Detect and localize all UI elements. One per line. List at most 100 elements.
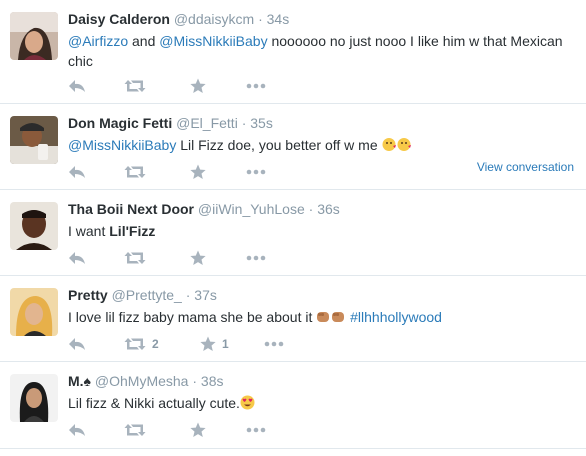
more-button[interactable] — [246, 169, 266, 175]
username[interactable]: @El_Fetti — [176, 115, 238, 131]
star-icon — [190, 78, 206, 93]
tweet-text: I love lil fizz baby mama she be about i… — [68, 307, 578, 329]
more-button[interactable] — [246, 427, 266, 433]
retweet-button[interactable] — [124, 423, 190, 437]
username[interactable]: @iiWin_YuhLose — [198, 201, 305, 217]
tweet-actions — [68, 420, 266, 440]
tweet-text: I want Lil'Fizz — [68, 221, 578, 241]
more-icon — [246, 427, 266, 433]
tweet-item[interactable]: M.♠ @OhMyMesha · 38s Lil fizz & Nikki ac… — [0, 362, 586, 449]
favorite-button[interactable]: 1 — [200, 336, 264, 352]
reply-icon — [69, 338, 85, 350]
timestamp[interactable]: 38s — [201, 373, 224, 389]
timestamp[interactable]: 36s — [317, 201, 340, 217]
username[interactable]: @Prettyte_ — [112, 287, 182, 303]
tweet-content: Don Magic Fetti @El_Fetti · 35s @MissNik… — [68, 114, 578, 157]
kissing-face-emoji — [382, 137, 412, 157]
tweet-header: M.♠ @OhMyMesha · 38s — [68, 372, 578, 390]
separator: · — [308, 201, 314, 217]
favorite-button[interactable] — [190, 422, 246, 438]
tweet-item[interactable]: Don Magic Fetti @El_Fetti · 35s @MissNik… — [0, 104, 586, 190]
separator: · — [185, 287, 191, 303]
more-button[interactable] — [246, 83, 266, 89]
timestamp[interactable]: 35s — [250, 115, 273, 131]
favorite-button[interactable] — [190, 164, 246, 180]
tweet-content: Tha Boii Next Door @iiWin_YuhLose · 36s … — [68, 200, 578, 241]
reply-button[interactable] — [68, 251, 124, 265]
avatar[interactable] — [10, 374, 58, 422]
tweet-actions — [68, 162, 266, 182]
favorite-button[interactable] — [190, 78, 246, 94]
tweet-actions — [68, 248, 266, 268]
retweet-icon — [124, 166, 146, 178]
more-icon — [264, 341, 284, 347]
retweet-button[interactable] — [124, 165, 190, 179]
avatar[interactable] — [10, 202, 58, 250]
more-icon — [246, 169, 266, 175]
timestamp[interactable]: 34s — [267, 11, 290, 27]
separator: · — [241, 115, 247, 131]
more-icon — [246, 83, 266, 89]
avatar[interactable] — [10, 116, 58, 164]
star-icon — [200, 336, 216, 351]
mention-link[interactable]: @MissNikkiiBaby — [159, 33, 267, 49]
fullname[interactable]: Pretty — [68, 287, 108, 303]
text-fragment: and — [128, 33, 160, 49]
retweet-icon — [124, 424, 146, 436]
star-icon — [190, 164, 206, 179]
tweet-item[interactable]: Tha Boii Next Door @iiWin_YuhLose · 36s … — [0, 190, 586, 276]
text-fragment: Lil fizz & Nikki actually cute. — [68, 395, 240, 411]
reply-button[interactable] — [68, 337, 124, 351]
retweet-icon — [124, 252, 146, 264]
retweet-button[interactable] — [124, 79, 190, 93]
tweet-header: Pretty @Prettyte_ · 37s — [68, 286, 578, 304]
tweet-text: @MissNikkiiBaby Lil Fizz doe, you better… — [68, 135, 578, 157]
retweet-icon — [124, 338, 146, 350]
text-fragment: I love lil fizz baby mama she be about i… — [68, 309, 317, 325]
username[interactable]: @ddaisykcm — [174, 11, 254, 27]
tweet-header: Tha Boii Next Door @iiWin_YuhLose · 36s — [68, 200, 578, 218]
tweet-content: M.♠ @OhMyMesha · 38s Lil fizz & Nikki ac… — [68, 372, 578, 415]
separator: · — [192, 373, 198, 389]
username[interactable]: @OhMyMesha — [95, 373, 189, 389]
reply-button[interactable] — [68, 423, 124, 437]
tweet-item[interactable]: Pretty @Prettyte_ · 37s I love lil fizz … — [0, 276, 586, 362]
text-fragment: Lil Fizz doe, you better off w me — [176, 137, 382, 153]
tweet-text: Lil fizz & Nikki actually cute. — [68, 393, 578, 415]
more-button[interactable] — [246, 255, 266, 261]
punch-emoji — [316, 309, 346, 329]
highlighted-term: Lil'Fizz — [109, 223, 156, 239]
tweet-actions — [68, 76, 266, 96]
more-icon — [246, 255, 266, 261]
hashtag-link[interactable]: #llhhhollywood — [350, 309, 442, 325]
separator: · — [258, 11, 263, 27]
tweet-feed: Daisy Calderon @ddaisykcm · 34s @Airfizz… — [0, 0, 586, 449]
favorite-button[interactable] — [190, 250, 246, 266]
fullname[interactable]: Tha Boii Next Door — [68, 201, 194, 217]
text-fragment: I want — [68, 223, 110, 239]
timestamp[interactable]: 37s — [194, 287, 217, 303]
retweet-button[interactable] — [124, 251, 190, 265]
avatar[interactable] — [10, 288, 58, 336]
reply-icon — [69, 80, 85, 92]
view-conversation-link[interactable]: View conversation — [477, 160, 574, 174]
star-icon — [190, 422, 206, 437]
mention-link[interactable]: @Airfizzo — [68, 33, 128, 49]
retweet-count: 2 — [152, 337, 159, 351]
retweet-button[interactable]: 2 — [124, 337, 200, 351]
reply-button[interactable] — [68, 165, 124, 179]
tweet-content: Pretty @Prettyte_ · 37s I love lil fizz … — [68, 286, 578, 329]
fullname[interactable]: Daisy Calderon — [68, 11, 170, 27]
reply-icon — [69, 424, 85, 436]
mention-link[interactable]: @MissNikkiiBaby — [68, 137, 176, 153]
more-button[interactable] — [264, 341, 284, 347]
fullname[interactable]: Don Magic Fetti — [68, 115, 172, 131]
fullname[interactable]: M.♠ — [68, 373, 91, 389]
heart-eyes-emoji — [240, 395, 255, 415]
reply-button[interactable] — [68, 79, 124, 93]
tweet-header: Don Magic Fetti @El_Fetti · 35s — [68, 114, 578, 132]
tweet-actions: 2 1 — [68, 334, 284, 354]
tweet-header: Daisy Calderon @ddaisykcm · 34s — [68, 10, 578, 28]
avatar[interactable] — [10, 12, 58, 60]
tweet-item[interactable]: Daisy Calderon @ddaisykcm · 34s @Airfizz… — [0, 0, 586, 104]
